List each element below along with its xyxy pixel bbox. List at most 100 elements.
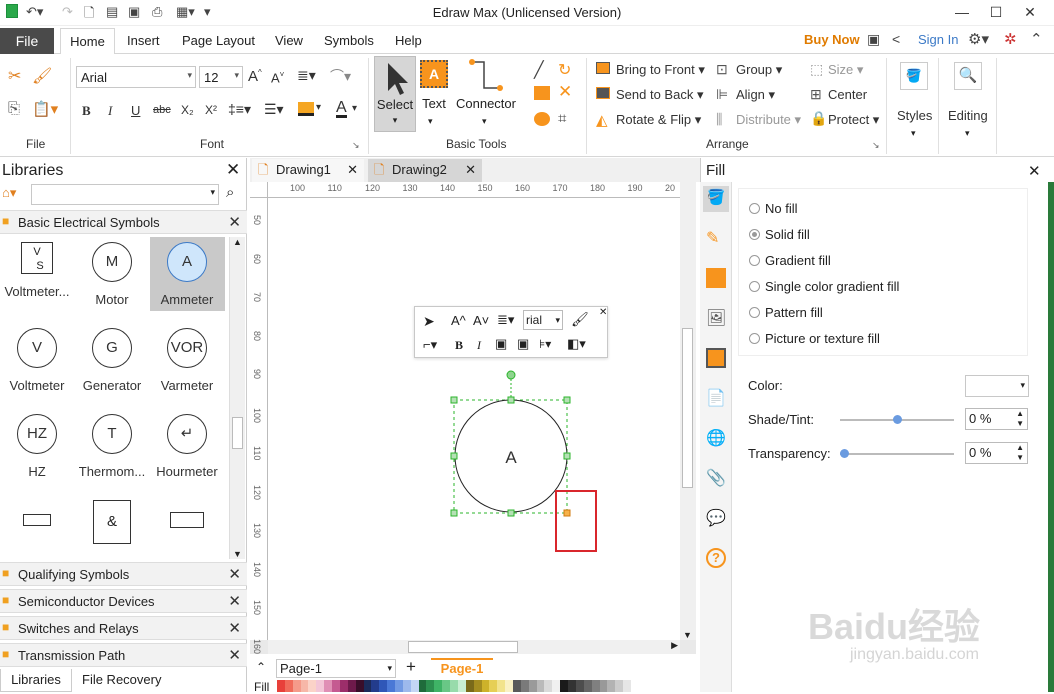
- close-icon[interactable]: ✕: [226, 160, 240, 180]
- page-setup-icon[interactable]: 📄: [706, 388, 726, 408]
- close-icon[interactable]: ✕: [599, 307, 607, 318]
- library-symbol[interactable]: G Generator: [77, 328, 147, 393]
- font-size-select[interactable]: 12 ▾: [199, 66, 243, 88]
- chevron-down-icon[interactable]: ▾: [428, 116, 433, 127]
- library-symbol[interactable]: M Motor: [77, 242, 147, 307]
- tab-view[interactable]: View: [275, 33, 303, 48]
- library-section-basic-electrical[interactable]: ■ Basic Electrical Symbols ✕: [0, 210, 247, 234]
- transparency-spinner[interactable]: 0 % ▲ ▼: [965, 442, 1028, 464]
- library-symbol[interactable]: [152, 500, 222, 538]
- align-icon[interactable]: ⊫: [716, 86, 728, 103]
- resize-handle[interactable]: [450, 452, 458, 460]
- library-symbol[interactable]: V Voltmeter: [2, 328, 72, 393]
- align-text-icon[interactable]: ≣▾: [297, 67, 316, 84]
- align-button[interactable]: Align ▾: [736, 87, 775, 103]
- grow-font-icon[interactable]: A^: [248, 68, 262, 85]
- library-symbol[interactable]: [2, 500, 72, 536]
- rotate-flip-button[interactable]: Rotate & Flip ▾: [616, 112, 701, 128]
- library-symbol[interactable]: HZ HZ: [2, 414, 72, 479]
- superscript-icon[interactable]: X²: [205, 103, 217, 117]
- fill-option-label[interactable]: Picture or texture fill: [765, 331, 880, 346]
- library-symbol[interactable]: ↵ Hourmeter: [152, 414, 222, 479]
- size-button[interactable]: Size ▾: [828, 62, 863, 78]
- spinner-arrows-icon[interactable]: ▲ ▼: [1016, 409, 1024, 429]
- bullets-icon[interactable]: ☰▾: [264, 101, 284, 118]
- close-icon[interactable]: ✕: [228, 213, 241, 231]
- styles-button[interactable]: Styles: [897, 108, 932, 123]
- maximize-button[interactable]: ☐: [980, 0, 1012, 26]
- chevron-down-icon[interactable]: ▾: [352, 103, 357, 114]
- underline-icon[interactable]: U: [131, 103, 140, 118]
- buy-now-link[interactable]: Buy Now: [804, 32, 860, 47]
- close-icon[interactable]: ✕: [465, 159, 476, 181]
- close-icon[interactable]: ✕: [228, 646, 241, 664]
- scroll-thumb[interactable]: [408, 641, 518, 653]
- bring-to-front-icon[interactable]: [596, 62, 610, 74]
- rotate-flip-icon[interactable]: ◭: [596, 111, 608, 129]
- spinner-arrows-icon[interactable]: ▲ ▼: [1016, 443, 1024, 463]
- fill-option-label[interactable]: No fill: [765, 201, 798, 216]
- minimize-button[interactable]: —: [946, 0, 978, 26]
- tab-home[interactable]: Home: [60, 28, 115, 55]
- chevron-down-icon[interactable]: ▾: [965, 128, 970, 139]
- color-picker[interactable]: ▾: [965, 375, 1029, 397]
- tab-libraries[interactable]: Libraries: [0, 669, 72, 692]
- scroll-right-icon[interactable]: ▶: [671, 640, 678, 651]
- canvas-vertical-scrollbar[interactable]: ▼: [680, 182, 696, 640]
- bold-icon[interactable]: B: [455, 338, 463, 353]
- close-icon[interactable]: ✕: [228, 565, 241, 583]
- format-painter-icon[interactable]: 🖌: [32, 66, 52, 86]
- grow-font-icon[interactable]: A^: [451, 313, 466, 328]
- settings-gear-icon[interactable]: ⚙▾: [968, 30, 989, 48]
- font-color-icon[interactable]: A: [336, 100, 347, 118]
- tab-file-recovery[interactable]: File Recovery: [82, 672, 161, 687]
- theme-icon[interactable]: ✲: [1004, 30, 1017, 48]
- shadow-icon[interactable]: [706, 268, 726, 288]
- distribute-button[interactable]: Distribute ▾: [736, 112, 801, 128]
- scroll-down-icon[interactable]: ▼: [683, 630, 692, 640]
- text-tool-label[interactable]: Text: [420, 96, 448, 111]
- bold-icon[interactable]: B: [82, 103, 91, 119]
- subscript-icon[interactable]: X₂: [181, 103, 194, 117]
- close-button[interactable]: ✕: [1014, 0, 1046, 26]
- library-symbol[interactable]: T Thermom...: [77, 414, 147, 479]
- canvas-horizontal-scrollbar[interactable]: ▶: [268, 640, 680, 654]
- library-search-input[interactable]: ▾: [31, 184, 219, 205]
- fill-option-radio[interactable]: [749, 255, 760, 266]
- bring-front-icon[interactable]: ▣: [495, 336, 507, 352]
- rotate-handle[interactable]: [506, 370, 516, 380]
- copy-icon[interactable]: ⎘: [8, 100, 20, 117]
- color-palette[interactable]: [277, 680, 632, 692]
- share-icon[interactable]: <: [892, 31, 900, 47]
- send-to-back-button[interactable]: Send to Back ▾: [616, 87, 703, 103]
- fill-option-radio[interactable]: [749, 333, 760, 344]
- rectangle-tool-icon[interactable]: [534, 86, 550, 100]
- fill-option-label[interactable]: Single color gradient fill: [765, 279, 899, 294]
- center-icon[interactable]: ⊞: [810, 86, 822, 103]
- mini-font-select[interactable]: rial ▾: [523, 310, 563, 330]
- store-icon[interactable]: ▣: [867, 31, 880, 48]
- layer-icon[interactable]: [706, 348, 726, 368]
- select-tool-button[interactable]: Select ▾: [374, 56, 416, 132]
- transparency-slider-thumb[interactable]: [840, 449, 849, 458]
- resize-handle[interactable]: [450, 509, 458, 517]
- palette-swatch[interactable]: [623, 680, 632, 692]
- send-back-icon[interactable]: ▣: [517, 336, 529, 352]
- distribute-icon[interactable]: ⊧▾: [539, 337, 551, 351]
- transparency-slider-track[interactable]: [840, 453, 954, 455]
- italic-icon[interactable]: I: [108, 103, 112, 119]
- fill-option-radio[interactable]: [749, 203, 760, 214]
- resize-handle[interactable]: [450, 396, 458, 404]
- chevron-down-icon[interactable]: ▾: [316, 102, 321, 113]
- text-tool-icon[interactable]: A: [420, 60, 448, 88]
- ribbon-collapse-icon[interactable]: ⌃: [1030, 30, 1043, 48]
- font-name-select[interactable]: Arial ▾: [76, 66, 196, 88]
- library-section-transmission[interactable]: ■ Transmission Path ✕: [0, 643, 247, 667]
- strikethrough-icon[interactable]: abc: [153, 104, 171, 116]
- library-symbol[interactable]: VOR Varmeter: [152, 328, 222, 393]
- line-tool-icon[interactable]: ╱: [534, 60, 544, 80]
- shrink-font-icon[interactable]: A˅: [473, 313, 489, 328]
- collapse-icon[interactable]: ⌃: [256, 660, 266, 674]
- fill-option-radio[interactable]: [749, 307, 760, 318]
- scroll-up-icon[interactable]: ▲: [233, 237, 242, 247]
